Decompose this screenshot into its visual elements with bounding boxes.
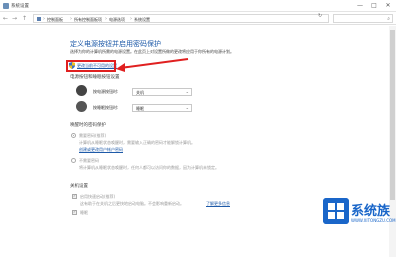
create-password-link[interactable]: 创建或更改用户帐户密码 [79, 147, 123, 153]
require-password-radio[interactable] [71, 133, 76, 138]
section-shutdown-title: 关机设置 [70, 184, 88, 189]
crumb-control-panel[interactable]: 控制面板 [47, 17, 63, 23]
chevron-down-icon: ⌄ [185, 105, 189, 110]
sleep-checkbox[interactable] [72, 209, 77, 215]
search-input[interactable]: ⌕ [333, 14, 393, 23]
sleep-button-value: 睡眠 [136, 106, 144, 111]
chevron-down-icon: ⌄ [185, 89, 189, 94]
no-password-desc: 将计算机从睡眠状态唤醒时，任何人都可以访问你的数据，因为计算机未锁定。 [79, 165, 219, 170]
fast-startup-label: 启用快速启动(推荐) [80, 194, 116, 199]
chevron-right-icon: › [105, 16, 107, 22]
forward-icon[interactable]: → [12, 15, 17, 22]
fast-startup-desc: 这有助于在关机之后更快地启动电脑。不会影响重新启动。 [80, 201, 184, 206]
section-wake-title: 唤醒时的密码保护 [70, 123, 106, 128]
windows-logo-icon [323, 198, 349, 224]
annotation-arrow [116, 58, 189, 72]
learn-more-link[interactable]: 了解更多信息 [206, 201, 230, 207]
minimize-button[interactable]: — [354, 1, 366, 10]
chevron-right-icon: › [43, 16, 45, 22]
power-button-select[interactable]: 关机 ⌄ [132, 88, 192, 96]
crumb-all-items[interactable]: 所有控制面板项 [74, 17, 102, 23]
maximize-button[interactable]: □ [368, 1, 380, 10]
watermark-brand: 系统族 [351, 204, 391, 219]
section-buttons-title: 电源按钮和睡眠按钮设置 [70, 75, 120, 80]
chevron-right-icon: › [130, 16, 132, 22]
require-password-desc: 计算机从睡眠状态唤醒时，需要输入正确的密码才能解锁计算机。 [79, 140, 195, 145]
moon-icon [76, 101, 87, 112]
up-icon[interactable]: ↑ [22, 15, 27, 22]
sleep-button-label: 按睡眠按钮时: [93, 105, 119, 110]
chevron-right-icon: › [70, 16, 72, 22]
scrollbar-thumb[interactable] [390, 30, 395, 200]
sleep-button-select[interactable]: 睡眠 ⌄ [132, 104, 192, 112]
crumb-system-settings[interactable]: 系统设置 [134, 17, 150, 23]
window-title: 系统设置 [11, 4, 29, 9]
title-bar: 系统设置 — □ ✕ [0, 0, 396, 12]
window-icon [3, 3, 9, 9]
watermark-url: WWW.XITONGZU.COM [351, 218, 396, 223]
page-title: 定义电源按钮并启用密码保护 [70, 40, 161, 48]
control-panel-icon [37, 17, 41, 21]
require-password-label: 需要密码(推荐) [79, 133, 107, 138]
power-button-value: 关机 [136, 90, 144, 95]
close-button[interactable]: ✕ [382, 1, 394, 10]
address-bar: ← → ↑ › 控制面板 › 所有控制面板项 › 电源选项 › 系统设置 ↻ ⌕ [0, 12, 396, 25]
back-icon[interactable]: ← [3, 15, 8, 22]
search-icon: ⌕ [387, 16, 390, 22]
refresh-icon[interactable]: ↻ [318, 13, 322, 19]
power-button-label: 按电源按钮时: [93, 89, 119, 94]
power-icon [76, 85, 87, 96]
page-description: 选择为你的计算机所需的电源设置。在此页上对设置所做的更改将应用于你所有的电源计划… [70, 49, 234, 54]
crumb-power-options[interactable]: 电源选项 [109, 17, 125, 23]
watermark: 系统族 WWW.XITONGZU.COM [323, 196, 396, 254]
sleep-label: 睡眠 [80, 210, 88, 215]
breadcrumb[interactable]: › 控制面板 › 所有控制面板项 › 电源选项 › 系统设置 [33, 14, 329, 23]
no-password-radio[interactable] [71, 158, 76, 163]
fast-startup-checkbox[interactable] [72, 193, 77, 199]
no-password-label: 不需要密码 [79, 158, 99, 163]
highlight-box [66, 60, 116, 72]
